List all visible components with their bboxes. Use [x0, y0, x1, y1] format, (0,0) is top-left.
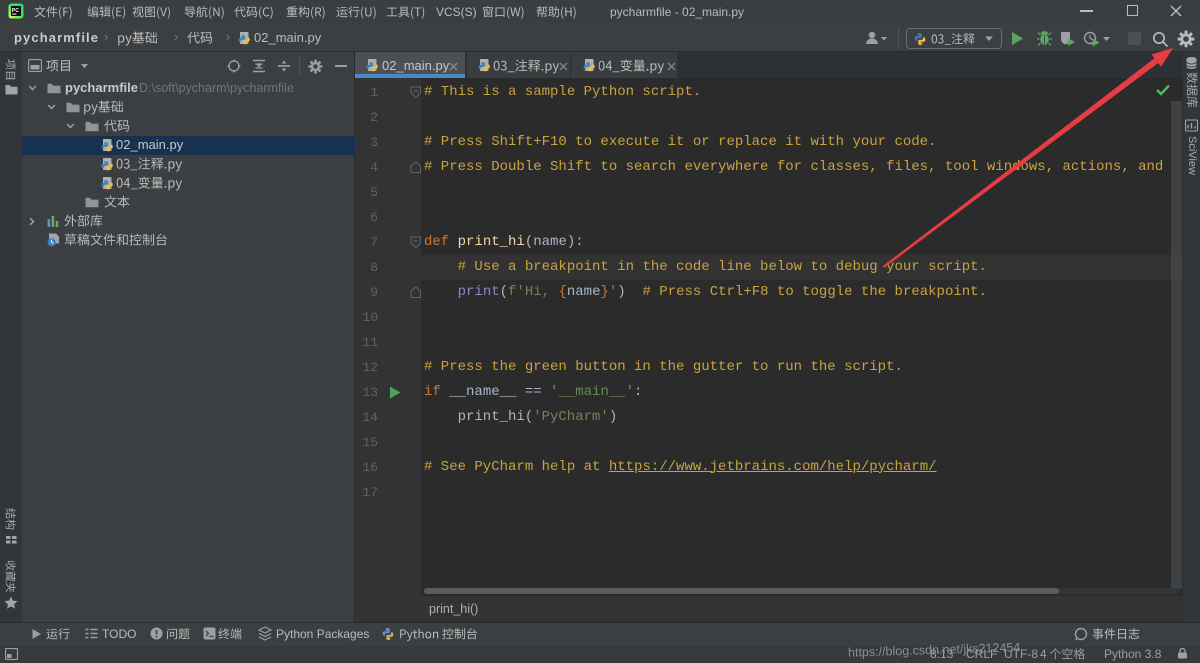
svg-text:PC: PC	[12, 8, 19, 14]
